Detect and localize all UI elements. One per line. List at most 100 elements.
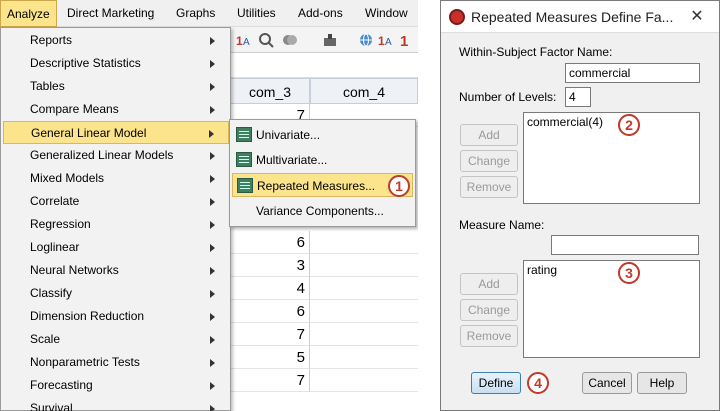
cancel-button[interactable]: Cancel <box>582 372 632 394</box>
table-cell[interactable] <box>310 231 418 254</box>
table-cell[interactable]: 5 <box>230 346 310 369</box>
insert-cases-icon[interactable]: 1A <box>236 32 252 48</box>
change-measure-button[interactable]: Change <box>460 299 518 321</box>
menu-item-regression[interactable]: Regression <box>3 213 229 236</box>
close-button[interactable]: ✕ <box>685 7 709 27</box>
svg-text:1: 1 <box>236 34 243 48</box>
menu-item-tables[interactable]: Tables <box>3 75 229 98</box>
menu-item-forecasting[interactable]: Forecasting <box>3 374 229 397</box>
table-cell[interactable] <box>310 300 418 323</box>
menu-utilities[interactable]: Utilities <box>231 0 282 27</box>
spss-data-editor: Analyze Direct Marketing Graphs Utilitie… <box>0 0 418 411</box>
table-cell[interactable] <box>310 254 418 277</box>
globe-icon[interactable] <box>358 32 374 48</box>
toolbar: 1A 1A 1 <box>230 27 418 53</box>
menu-item-scale[interactable]: Scale <box>3 328 229 351</box>
menu-item-correlate[interactable]: Correlate <box>3 190 229 213</box>
table-cell[interactable]: 6 <box>230 300 310 323</box>
find-icon[interactable] <box>258 32 274 48</box>
dialog-titlebar: Repeated Measures Define Fa... ✕ <box>441 1 719 33</box>
menu-item-mixed-models[interactable]: Mixed Models <box>3 167 229 190</box>
measure-list[interactable]: rating <box>523 260 700 358</box>
cell-editor-bar[interactable] <box>230 54 418 78</box>
menu-item-generalized-linear-models[interactable]: Generalized Linear Models <box>3 144 229 167</box>
table-cell[interactable]: 7 <box>230 323 310 346</box>
remove-factor-button[interactable]: Remove <box>460 176 518 198</box>
levels-label: Number of Levels: <box>459 90 557 104</box>
menu-item-label: Regression <box>30 217 91 231</box>
change-factor-button[interactable]: Change <box>460 150 518 172</box>
table-cell[interactable]: 3 <box>230 254 310 277</box>
define-button[interactable]: Define <box>471 372 521 394</box>
menu-item-label: Correlate <box>30 194 80 208</box>
submenu-arrow-icon <box>210 175 215 183</box>
list-item[interactable]: rating <box>527 263 696 277</box>
table-cell[interactable]: 6 <box>230 231 310 254</box>
menu-item-general-linear-model[interactable]: General Linear Model <box>3 121 229 144</box>
measure-name-input[interactable] <box>551 235 699 255</box>
menu-analyze[interactable]: Analyze <box>0 0 57 27</box>
submenu-arrow-icon <box>210 37 215 45</box>
glm-icon <box>236 127 252 142</box>
menu-item-label: Neural Networks <box>30 263 119 277</box>
variable-sets-icon[interactable]: 1 <box>400 32 416 48</box>
menu-item-label: Reports <box>30 33 73 47</box>
table-cell[interactable] <box>310 369 418 392</box>
menu-item-dimension-reduction[interactable]: Dimension Reduction <box>3 305 229 328</box>
dialog-title: Repeated Measures Define Fa... <box>471 9 674 25</box>
submenu-item-repeated-measures[interactable]: Repeated Measures... <box>232 173 413 197</box>
table-cell[interactable]: 7 <box>230 369 310 392</box>
table-cell[interactable] <box>310 346 418 369</box>
submenu-item-label: Multivariate... <box>256 153 328 167</box>
data-grid: com_3 com_4 7 6 3 4 6 7 5 7 <box>230 54 418 411</box>
glm-icon <box>236 152 252 167</box>
menu-item-loglinear[interactable]: Loglinear <box>3 236 229 259</box>
menu-item-label: Tables <box>30 79 65 93</box>
submenu-arrow-icon <box>210 336 215 344</box>
svg-text:A: A <box>385 37 392 48</box>
submenu-item-variance-components[interactable]: Variance Components... <box>232 199 413 223</box>
menu-item-nonparametric-tests[interactable]: Nonparametric Tests <box>3 351 229 374</box>
submenu-item-univariate[interactable]: Univariate... <box>232 123 413 147</box>
factor-name-input[interactable]: commercial <box>565 63 700 83</box>
submenu-arrow-icon <box>210 244 215 252</box>
menu-graphs[interactable]: Graphs <box>170 0 221 27</box>
submenu-arrow-icon <box>210 290 215 298</box>
value-labels-icon[interactable]: 1A <box>378 32 394 48</box>
column-header-com-3[interactable]: com_3 <box>230 78 310 104</box>
menu-item-label: General Linear Model <box>31 126 147 140</box>
table-cell[interactable] <box>310 277 418 300</box>
column-header-com-4[interactable]: com_4 <box>310 78 418 104</box>
table-cell[interactable] <box>310 323 418 346</box>
menu-item-reports[interactable]: Reports <box>3 29 229 52</box>
submenu-arrow-icon <box>210 198 215 206</box>
list-item[interactable]: commercial(4) <box>527 115 696 129</box>
submenu-arrow-icon <box>210 359 215 367</box>
menu-window[interactable]: Window <box>359 0 414 27</box>
step-badge-3: 3 <box>618 262 640 284</box>
add-measure-button[interactable]: Add <box>460 273 518 295</box>
weight-cases-icon[interactable] <box>322 32 338 48</box>
table-cell[interactable]: 4 <box>230 277 310 300</box>
add-factor-button[interactable]: Add <box>460 124 518 146</box>
submenu-item-multivariate[interactable]: Multivariate... <box>232 148 413 172</box>
menu-item-label: Scale <box>30 332 61 346</box>
remove-measure-button[interactable]: Remove <box>460 325 518 347</box>
menu-item-classify[interactable]: Classify <box>3 282 229 305</box>
menu-add-ons[interactable]: Add-ons <box>292 0 349 27</box>
menu-item-label: Compare Means <box>30 102 119 116</box>
menu-item-neural-networks[interactable]: Neural Networks <box>3 259 229 282</box>
submenu-arrow-icon <box>210 382 215 390</box>
menu-item-descriptive-statistics[interactable]: Descriptive Statistics <box>3 52 229 75</box>
menu-item-label: Loglinear <box>30 240 80 254</box>
repeated-measures-define-factors-dialog: Repeated Measures Define Fa... ✕ Within-… <box>440 0 720 411</box>
levels-input[interactable]: 4 <box>565 87 591 107</box>
menu-item-compare-means[interactable]: Compare Means <box>3 98 229 121</box>
step-badge-4: 4 <box>527 372 549 394</box>
factor-list[interactable]: commercial(4) <box>523 112 700 204</box>
split-file-icon[interactable] <box>282 32 298 48</box>
menu-item-survival[interactable]: Survival <box>3 397 229 411</box>
help-button[interactable]: Help <box>637 372 687 394</box>
menu-direct-marketing[interactable]: Direct Marketing <box>61 0 160 27</box>
menu-item-label: Dimension Reduction <box>30 309 145 323</box>
